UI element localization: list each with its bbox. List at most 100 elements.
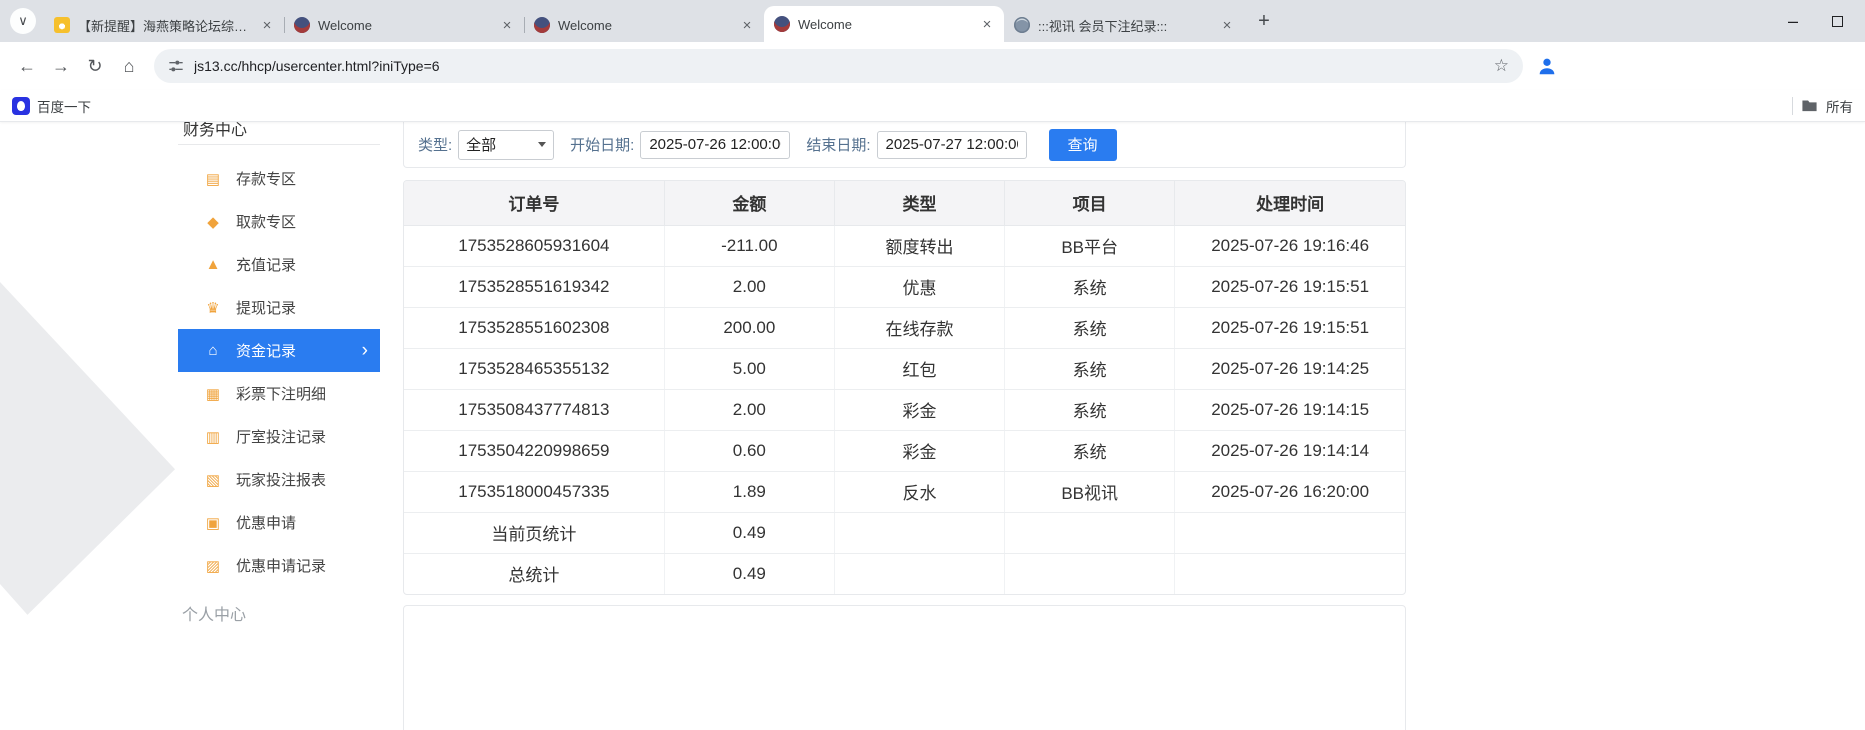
sidebar-item-label: 取款专区 (236, 211, 296, 232)
end-date-label: 结束日期: (806, 134, 870, 155)
tab-title: Welcome (798, 17, 972, 32)
sidebar-item-withdraw-zone[interactable]: ◆取款专区 (178, 200, 380, 243)
table-cell: 彩金 (834, 430, 1004, 471)
table-cell: 2.00 (664, 266, 834, 307)
table-cell: 0.60 (664, 430, 834, 471)
records-table: 订单号金额类型项目处理时间 1753528605931604-211.00额度转… (404, 181, 1405, 594)
back-button[interactable]: ← (10, 49, 44, 83)
sidebar-item-promo-apply-records[interactable]: ▨优惠申请记录 (178, 544, 380, 587)
sidebar-item-label: 彩票下注明细 (236, 383, 326, 404)
table-cell: BB视讯 (1005, 471, 1175, 512)
tab-search-button[interactable]: ∨ (10, 8, 36, 34)
query-button[interactable]: 查询 (1049, 129, 1117, 161)
bookmark-label: 百度一下 (37, 96, 91, 116)
table-row: 1753528551602308200.00在线存款系统2025-07-26 1… (404, 307, 1405, 348)
end-date-input[interactable] (877, 131, 1027, 159)
url-text[interactable]: js13.cc/hhcp/usercenter.html?iniType=6 (194, 58, 1486, 74)
globe-favicon-icon (534, 17, 550, 33)
home-button[interactable]: ⌂ (112, 49, 146, 83)
table-row: 17535042209986590.60彩金系统2025-07-26 19:14… (404, 430, 1405, 471)
bookmark-baidu[interactable]: 百度一下 (12, 96, 91, 116)
browser-tab[interactable]: Welcome× (284, 8, 524, 42)
table-cell: -211.00 (664, 225, 834, 266)
bookmark-star-icon[interactable]: ☆ (1494, 56, 1509, 76)
sidebar-item-player-bet-report[interactable]: ▧玩家投注报表 (178, 458, 380, 501)
hall-bet-records-icon: ▥ (204, 428, 222, 446)
table-cell: 1753508437774813 (404, 389, 664, 430)
bookmarks-divider (1792, 97, 1793, 115)
all-bookmarks-label: 所有 (1826, 96, 1853, 116)
tab-bar: ∨ 【新提醒】海燕策略论坛综合交×Welcome×Welcome×Welcome… (0, 0, 1865, 42)
tab-title: Welcome (558, 18, 732, 33)
table-cell: 2025-07-26 19:16:46 (1175, 225, 1405, 266)
globe-favicon-icon (294, 17, 310, 33)
browser-tab[interactable]: 【新提醒】海燕策略论坛综合交× (44, 8, 284, 42)
funds-records-icon: ⌂ (204, 342, 222, 359)
maximize-button[interactable] (1832, 16, 1843, 27)
lottery-bet-details-icon: ▦ (204, 385, 222, 403)
tab-close-icon[interactable]: × (258, 16, 276, 34)
browser-window: ∨ 【新提醒】海燕策略论坛综合交×Welcome×Welcome×Welcome… (0, 0, 1865, 730)
table-header-row: 订单号金额类型项目处理时间 (404, 181, 1405, 225)
browser-tab[interactable]: Welcome × (764, 6, 1004, 42)
browser-tab[interactable]: Welcome × (524, 8, 764, 42)
table-cell: 200.00 (664, 307, 834, 348)
table-cell: 1753528605931604 (404, 225, 664, 266)
sidebar-item-withdrawal-records[interactable]: ♛提现记录 (178, 286, 380, 329)
sidebar-item-label: 优惠申请记录 (236, 555, 326, 576)
table-cell: 0.49 (664, 512, 834, 553)
forward-button[interactable]: → (44, 49, 78, 83)
sidebar-item-funds-records[interactable]: ⌂资金记录› (178, 329, 380, 372)
minimize-button[interactable]: – (1788, 12, 1798, 30)
browser-tab[interactable]: :::视讯 会员下注纪录:::× (1004, 8, 1244, 42)
table-cell (1175, 553, 1405, 594)
window-controls: – (1788, 12, 1865, 30)
table-row: 1753528605931604-211.00额度转出BB平台2025-07-2… (404, 225, 1405, 266)
table-row: 17535284653551325.00红包系统2025-07-26 19:14… (404, 348, 1405, 389)
sidebar-item-lottery-bet-details[interactable]: ▦ 彩票下注明细 (178, 372, 380, 415)
table-cell (1175, 512, 1405, 553)
table-cell: BB平台 (1005, 225, 1175, 266)
table-row: 17535285516193422.00优惠系统2025-07-26 19:15… (404, 266, 1405, 307)
address-bar[interactable]: js13.cc/hhcp/usercenter.html?iniType=6 ☆ (154, 49, 1523, 83)
table-cell: 2025-07-26 16:20:00 (1175, 471, 1405, 512)
table-cell: 1753528551602308 (404, 307, 664, 348)
sidebar-section-finance: 财务中心 (178, 122, 380, 145)
all-bookmarks[interactable]: 所有 (1792, 96, 1853, 116)
tab-strip: 【新提醒】海燕策略论坛综合交×Welcome×Welcome×Welcome×:… (44, 0, 1244, 42)
sidebar-item-hall-bet-records[interactable]: ▥厅室投注记录 (178, 415, 380, 458)
table-cell: 系统 (1005, 266, 1175, 307)
start-date-input[interactable] (640, 131, 790, 159)
sidebar-item-label: 存款专区 (236, 168, 296, 189)
type-label: 类型: (418, 134, 452, 155)
table-cell: 1753528465355132 (404, 348, 664, 389)
new-tab-button[interactable]: + (1250, 7, 1278, 35)
forum-favicon-icon (54, 17, 70, 33)
tab-close-icon[interactable]: × (1218, 16, 1236, 34)
tab-close-icon[interactable]: × (978, 15, 996, 33)
main-panel: 类型: 全部 开始日期: 结束日期: 查询 订单号金额类型项目处理时间 1753 (403, 122, 1406, 730)
site-settings-icon (168, 58, 184, 74)
type-select[interactable]: 全部 (458, 130, 554, 160)
sidebar: 财务中心 ▤ 存款专区 ◆取款专区▲充值记录♛提现记录⌂资金记录› ▦ 彩票下注明细 ▥厅… (178, 122, 380, 625)
table-cell (834, 512, 1004, 553)
table-header-cell: 订单号 (404, 181, 664, 225)
tab-close-icon[interactable]: × (498, 16, 516, 34)
table-cell: 2025-07-26 19:14:15 (1175, 389, 1405, 430)
table-cell: 2025-07-26 19:14:25 (1175, 348, 1405, 389)
profile-button[interactable] (1531, 50, 1563, 82)
decor-triangle (0, 282, 175, 642)
table-cell: 2025-07-26 19:14:14 (1175, 430, 1405, 471)
reload-button[interactable]: ↻ (78, 49, 112, 83)
tab-close-icon[interactable]: × (738, 16, 756, 34)
sidebar-item-recharge-records[interactable]: ▲充值记录 (178, 243, 380, 286)
table-row: 17535180004573351.89反水BB视讯2025-07-26 16:… (404, 471, 1405, 512)
sidebar-item-label: 充值记录 (236, 254, 296, 275)
table-cell: 系统 (1005, 348, 1175, 389)
bookmarks-bar: 百度一下 所有 (0, 90, 1865, 122)
sidebar-item-label: 优惠申请 (236, 512, 296, 533)
table-cell: 额度转出 (834, 225, 1004, 266)
sidebar-item-deposit-zone[interactable]: ▤ 存款专区 (178, 157, 380, 200)
deposit-icon: ▤ (204, 170, 222, 188)
sidebar-item-promo-apply[interactable]: ▣优惠申请 (178, 501, 380, 544)
